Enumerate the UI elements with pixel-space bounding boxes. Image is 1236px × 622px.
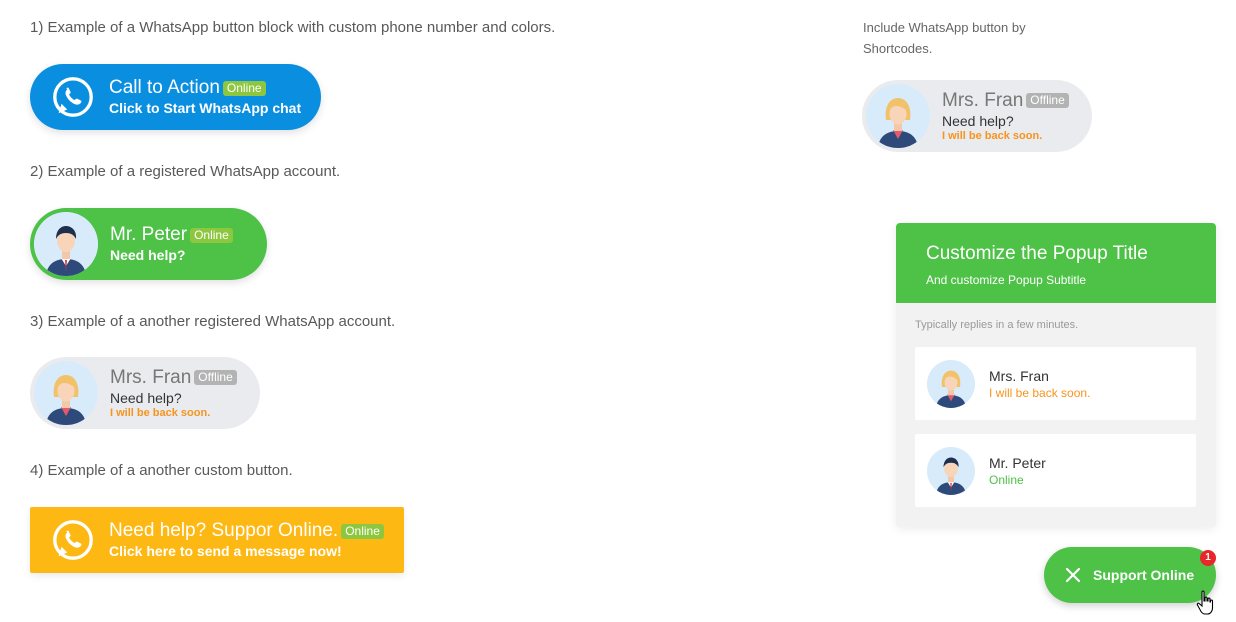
example-4-caption: 4) Example of a another custom button. — [30, 462, 293, 479]
avatar-mrs-fran — [866, 84, 930, 148]
agent-item-mrs-fran[interactable]: Mrs. Fran I will be back soon. — [915, 347, 1196, 420]
button-subtitle: Click here to send a message now! — [109, 543, 342, 559]
button-subtitle: Need help? — [942, 112, 1014, 129]
button-title: Call to Action — [109, 77, 220, 98]
avatar-mr-peter — [34, 212, 98, 276]
button-title: Need help? Suppor Online. — [109, 520, 339, 541]
popup-subtitle: And customize Popup Subtitle — [926, 273, 1087, 287]
button-subtitle: Need help? — [110, 389, 182, 406]
agent-item-mr-peter[interactable]: Mr. Peter Online — [915, 434, 1196, 507]
offline-badge: Offline — [1026, 93, 1069, 108]
agent-name: Mrs. Fran — [942, 89, 1024, 111]
example-2-caption: 2) Example of a registered WhatsApp acco… — [30, 163, 341, 180]
agent-status: I will be back soon. — [989, 385, 1091, 400]
support-online-floating-button[interactable]: Support Online — [1044, 547, 1216, 603]
whatsapp-icon — [53, 520, 93, 560]
button-subtitle: Click to Start WhatsApp chat — [109, 100, 302, 116]
avatar-mrs-fran — [927, 359, 975, 408]
close-icon[interactable] — [1065, 567, 1081, 583]
popup-header: Customize the Popup Title And customize … — [896, 223, 1216, 303]
away-note: I will be back soon. — [110, 406, 211, 419]
online-badge: Online — [341, 523, 384, 539]
avatar-mr-peter — [927, 446, 975, 495]
agent-name: Mr. Peter — [110, 224, 188, 245]
agent-name: Mr. Peter — [989, 454, 1046, 471]
offline-badge: Offline — [194, 370, 237, 385]
popup-title: Customize the Popup Title — [926, 243, 1148, 264]
call-to-action-button[interactable]: Call to Action Online Click to Start What… — [30, 64, 321, 130]
button-subtitle: Need help? — [110, 247, 186, 263]
online-badge: Online — [222, 80, 266, 96]
notification-count-badge: 1 — [1200, 550, 1216, 566]
reply-time-note: Typically replies in a few minutes. — [915, 319, 1079, 331]
example-1-caption: 1) Example of a WhatsApp button block wi… — [30, 19, 556, 36]
agent-name: Mrs. Fran — [989, 367, 1049, 384]
whatsapp-icon — [53, 77, 93, 117]
custom-support-button[interactable]: Need help? Suppor Online. Online Click he… — [30, 507, 404, 573]
avatar-mrs-fran — [34, 361, 98, 425]
agent-name: Mrs. Fran — [110, 366, 192, 388]
agent-status: Online — [989, 472, 1024, 487]
shortcode-note: Include WhatsApp button by Shortcodes. — [863, 20, 1026, 56]
away-note: I will be back soon. — [942, 129, 1043, 142]
mrs-fran-button[interactable]: Mrs. Fran Offline Need help? I will be ba… — [30, 357, 260, 429]
hand-pointer-cursor-icon — [1196, 590, 1214, 615]
shortcode-mrs-fran-button[interactable]: Mrs. Fran Offline Need help? I will be ba… — [862, 80, 1092, 152]
floating-button-label: Support Online — [1093, 567, 1195, 583]
chat-popup: Customize the Popup Title And customize … — [896, 223, 1216, 527]
example-3-caption: 3) Example of a another registered Whats… — [30, 313, 396, 330]
mr-peter-button[interactable]: Mr. Peter Online Need help? — [30, 208, 267, 280]
online-badge: Online — [190, 227, 233, 243]
